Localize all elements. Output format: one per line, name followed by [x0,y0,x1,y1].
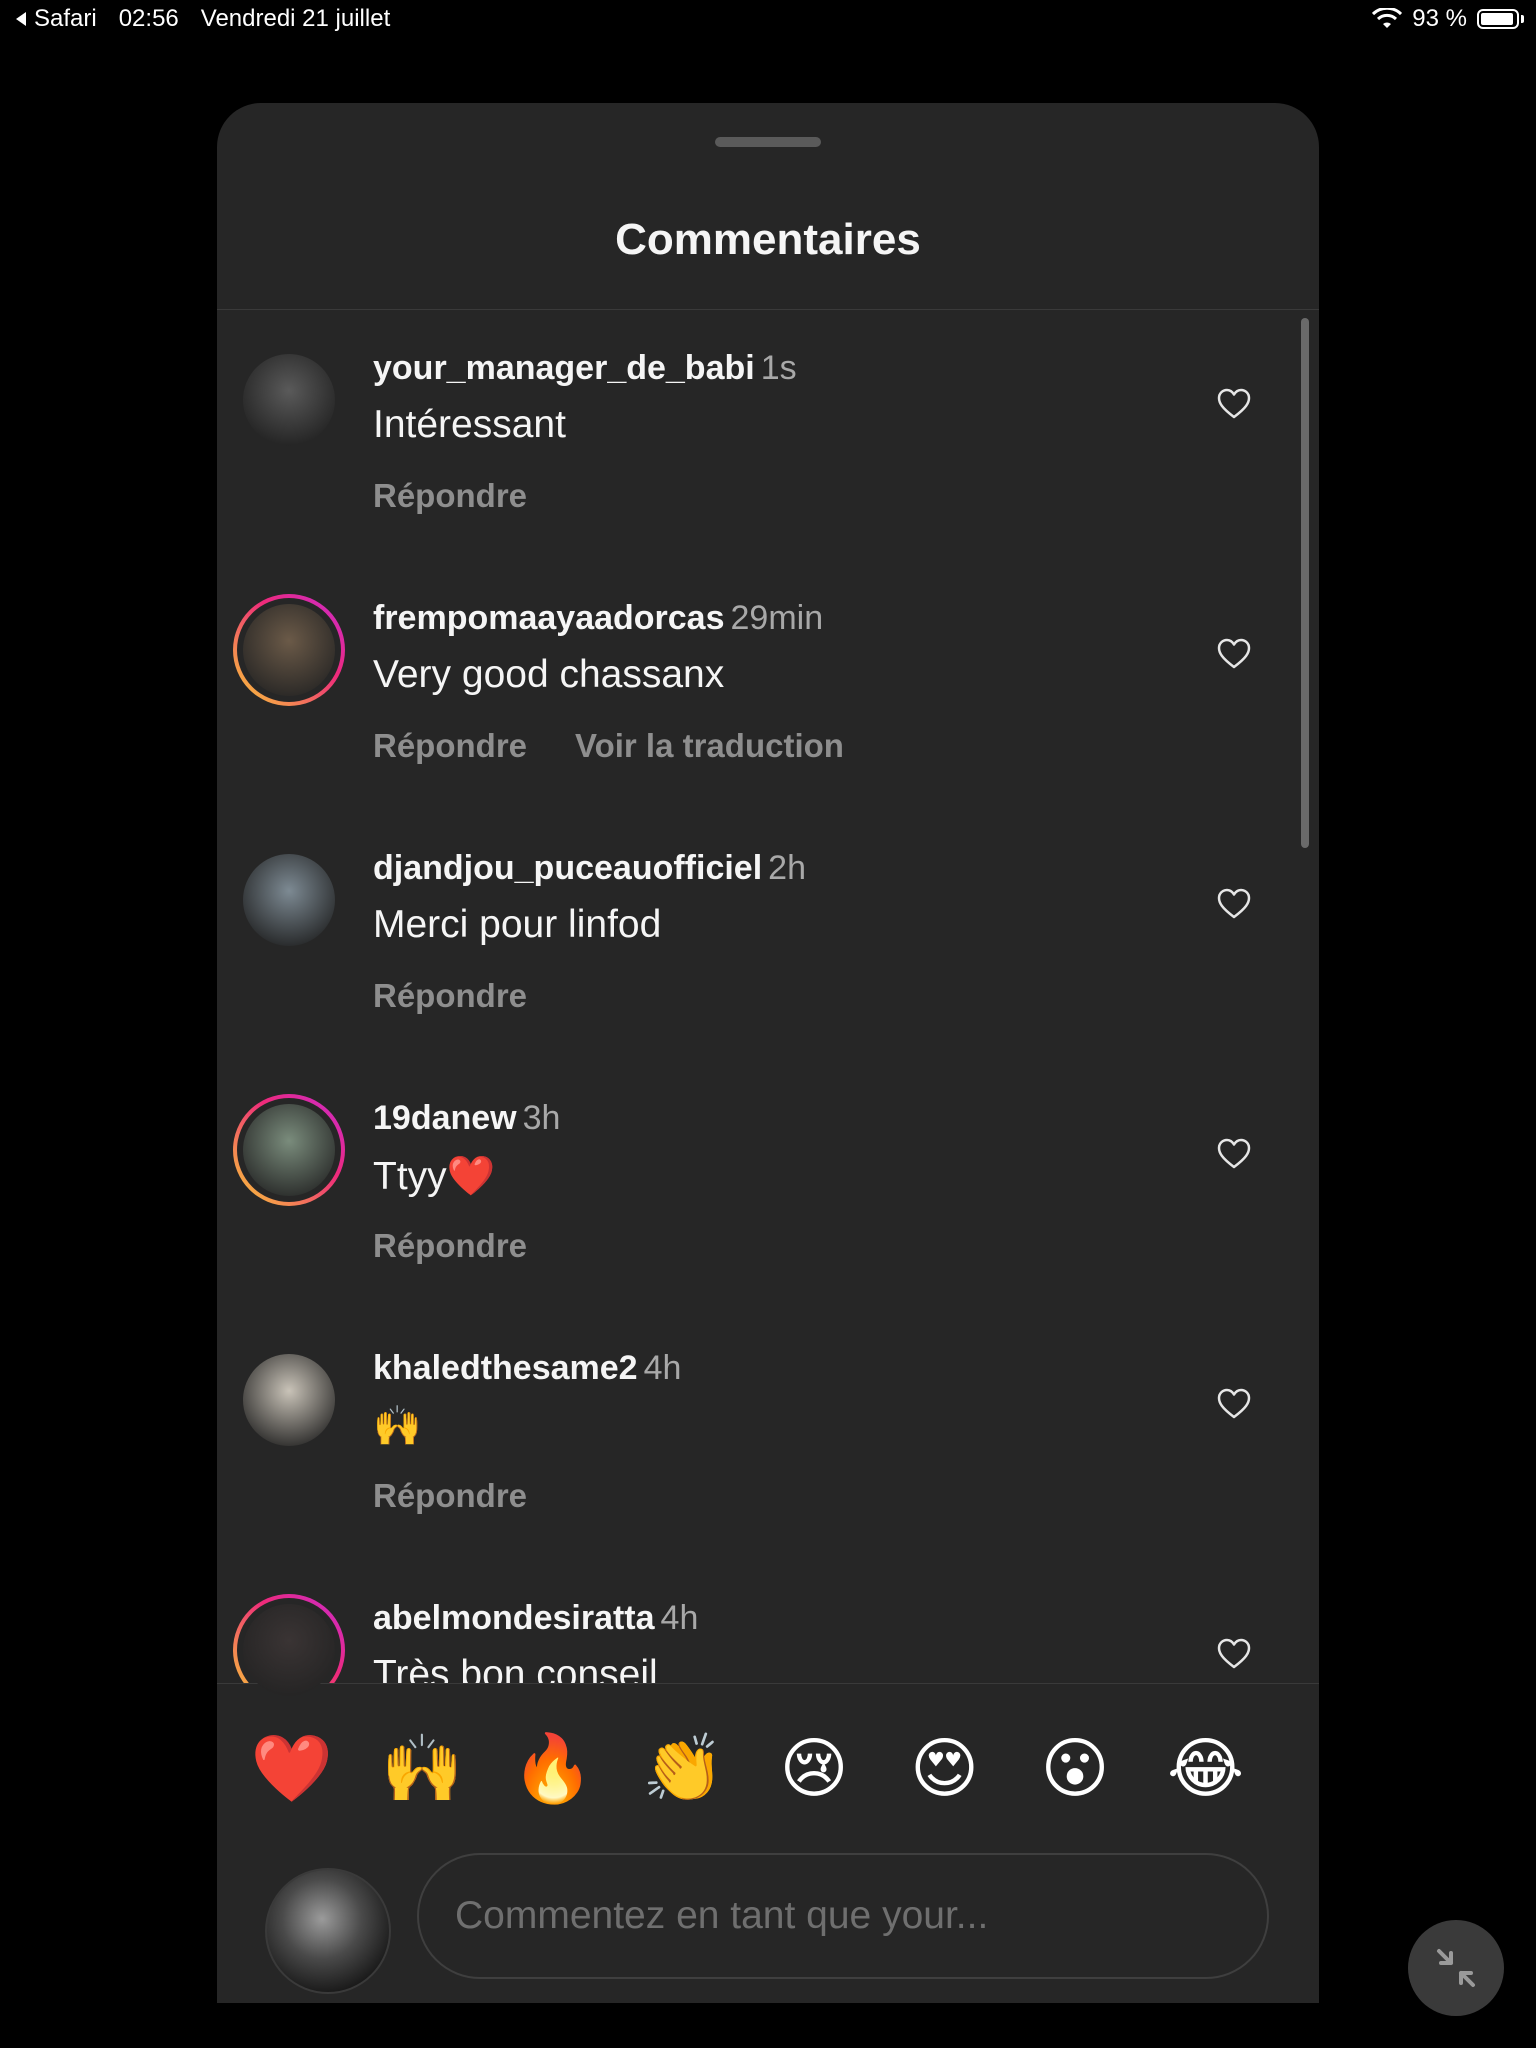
comment-timestamp: 29min [730,599,824,637]
comment-text: Ttyy❤️ [373,1155,496,1198]
comment-item: 19danew 3h Ttyy❤️ Répondre [217,1060,1319,1310]
comment-header: djandjou_puceauofficiel 2h [373,849,806,888]
comment-input[interactable] [417,1853,1269,1979]
heart-outline-icon[interactable] [1217,638,1251,670]
comment-username[interactable]: your_manager_de_babi [373,349,755,387]
comment-item: khaledthesame2 4h 🙌 Répondre [217,1310,1319,1560]
comment-header: abelmondesiratta 4h [373,1599,698,1638]
quick-emoji-button[interactable]: 🙌 [378,1730,468,1808]
minimize-arrows-icon [1437,1949,1475,1987]
back-app-label: Safari [34,5,97,32]
comment-item: frempomaayaadorcas 29min Very good chassan… [217,560,1319,810]
comment-header: 19danew 3h [373,1099,560,1138]
avatar-image [243,604,335,696]
comment-actions: Répondre [373,977,527,1015]
comment-text: 🙌 [373,1405,422,1448]
status-time: 02:56 [118,5,179,32]
comment-username[interactable]: djandjou_puceauofficiel [373,849,762,887]
heart-outline-icon[interactable] [1217,1638,1251,1670]
comment-username[interactable]: frempomaayaadorcas [373,599,725,637]
quick-emoji-button[interactable]: ❤️ [247,1730,337,1808]
comment-text: Very good chassanx [373,653,725,696]
comment-text: Merci pour linfod [373,903,662,946]
comment-actions: Répondre Voir la traduction [373,727,844,765]
back-triangle-icon [16,12,26,26]
story-ring [233,1094,345,1206]
quick-emoji-button[interactable]: 😮 [1030,1730,1120,1807]
heart-outline-icon[interactable] [1217,388,1251,420]
comment-header: frempomaayaadorcas 29min [373,599,823,638]
reply-button[interactable]: Répondre [373,477,527,515]
comment-actions: Répondre [373,477,527,515]
heart-outline-icon[interactable] [1217,1138,1251,1170]
comment-header: your_manager_de_babi 1s [373,349,797,388]
back-to-safari-link[interactable]: Safari [14,5,97,33]
battery-icon [1477,9,1524,29]
status-bar: Safari 02:56 Vendredi 21 juillet 93 % [0,0,1536,40]
reply-button[interactable]: Répondre [373,1227,527,1265]
heart-outline-icon[interactable] [1217,1388,1251,1420]
comments-list[interactable]: your_manager_de_babi 1s Intéressant Répondr… [217,310,1319,1783]
comment-timestamp: 4h [660,1599,699,1637]
avatar-image [243,854,335,946]
comment-composer [217,1843,1319,2003]
scrollbar[interactable] [1301,318,1309,848]
sheet-title: Commentaires [615,215,921,264]
comment-timestamp: 2h [768,849,806,887]
reply-button[interactable]: Répondre [373,977,527,1015]
comment-item: djandjou_puceauofficiel 2h Merci pour linf… [217,810,1319,1060]
comment-timestamp: 4h [643,1349,682,1387]
sheet-drag-handle[interactable] [715,137,821,147]
current-user-avatar [265,1868,391,1994]
minimize-button[interactable] [1408,1920,1504,2016]
comment-timestamp: 3h [522,1099,561,1137]
comment-text: Intéressant [373,403,566,446]
comment-avatar[interactable] [233,594,347,708]
comment-avatar[interactable] [235,346,347,458]
reply-button[interactable]: Répondre [373,727,527,765]
comment-username[interactable]: 19danew [373,1099,517,1137]
see-translation-button[interactable]: Voir la traduction [575,727,844,765]
wifi-icon [1372,8,1403,28]
heart-outline-icon[interactable] [1217,888,1251,920]
quick-emoji-button[interactable]: 👏 [639,1730,729,1808]
quick-emoji-button[interactable]: 🔥 [508,1730,598,1808]
reply-button[interactable]: Répondre [373,1477,527,1515]
quick-emoji-bar: ❤️ 🙌 🔥 👏 😢 😍 😮 😂 [217,1683,1319,1844]
comment-username[interactable]: khaledthesame2 [373,1349,638,1387]
avatar-image [243,1354,335,1446]
comments-sheet: Commentaires your_manager_de_babi 1s Intér… [217,103,1319,2003]
comment-avatar[interactable] [233,1094,347,1208]
quick-emoji-button[interactable]: 😍 [900,1730,990,1807]
comment-username[interactable]: abelmondesiratta [373,1599,655,1637]
quick-emoji-button[interactable]: 😢 [769,1730,859,1807]
comment-timestamp: 1s [760,349,797,387]
battery-percentage: 93 % [1412,5,1467,32]
comment-avatar[interactable] [235,846,347,958]
quick-emoji-button[interactable]: 😂 [1161,1730,1251,1807]
story-ring [233,594,345,706]
comment-item: your_manager_de_babi 1s Intéressant Répondr… [217,310,1319,560]
comment-actions: Répondre [373,1477,527,1515]
comment-actions: Répondre [373,1227,527,1265]
avatar-image [243,1104,335,1196]
status-date: Vendredi 21 juillet [200,5,391,32]
avatar-image [243,354,335,446]
avatar-image [243,1604,335,1696]
comment-avatar[interactable] [235,1346,347,1458]
comment-header: khaledthesame2 4h [373,1349,681,1388]
